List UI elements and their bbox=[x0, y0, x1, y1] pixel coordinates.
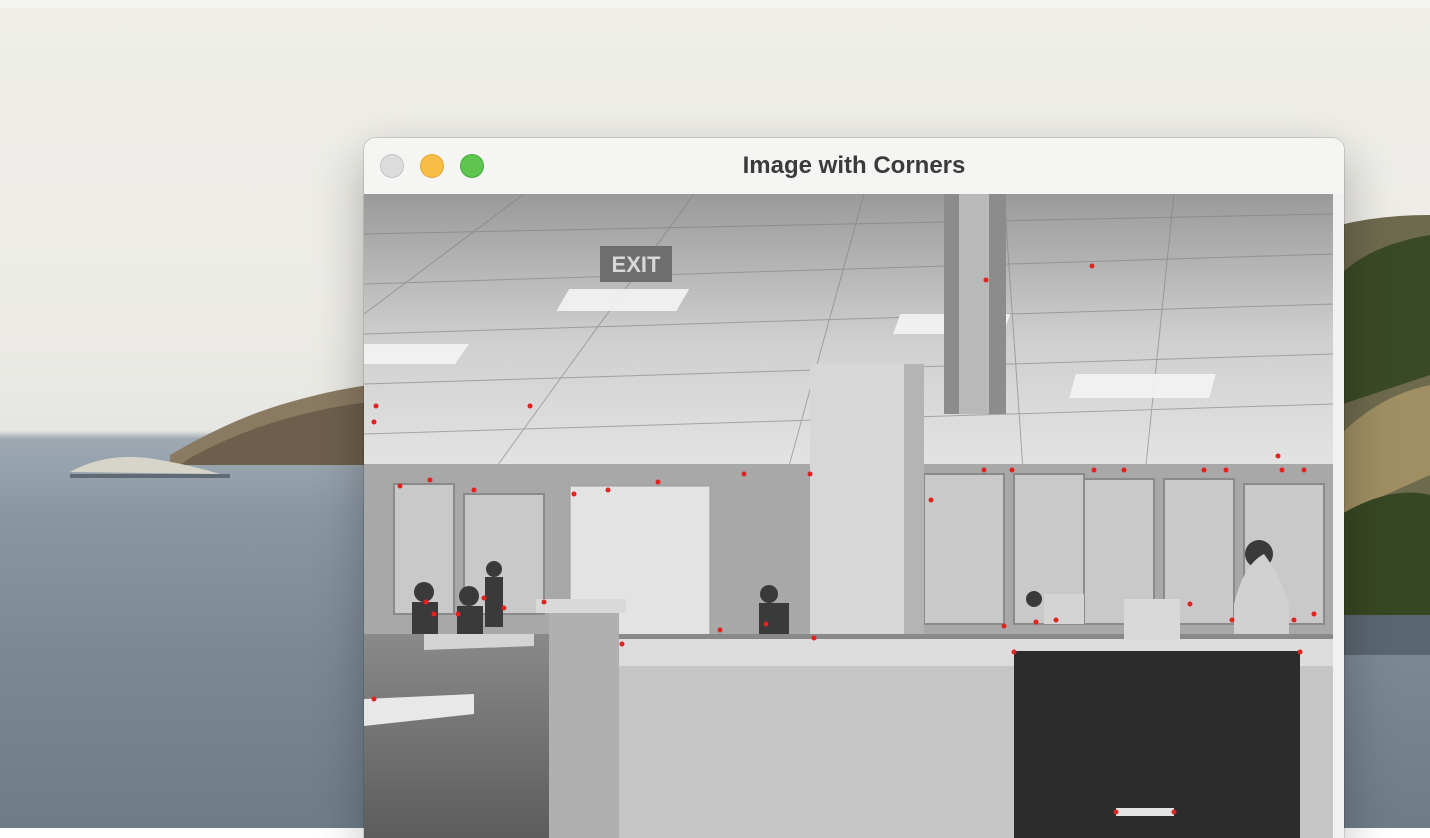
corner-marker bbox=[1279, 467, 1285, 473]
corner-marker bbox=[1009, 467, 1015, 473]
corner-marker bbox=[571, 491, 577, 497]
corner-marker bbox=[1121, 467, 1127, 473]
corner-marker bbox=[619, 641, 625, 647]
corner-marker bbox=[928, 497, 934, 503]
corner-marker bbox=[811, 635, 817, 641]
window-edge bbox=[1333, 194, 1344, 838]
corner-marker bbox=[1311, 611, 1317, 617]
corner-marker bbox=[1171, 809, 1177, 815]
image-canvas: EXIT bbox=[364, 194, 1333, 838]
corner-marker bbox=[1187, 601, 1193, 607]
corner-marker bbox=[981, 467, 987, 473]
corner-marker bbox=[807, 471, 813, 477]
corner-marker bbox=[605, 487, 611, 493]
hillside-right bbox=[1340, 215, 1430, 655]
corner-marker bbox=[371, 696, 377, 702]
corner-marker bbox=[1113, 809, 1119, 815]
corner-marker bbox=[423, 599, 429, 605]
corner-marker bbox=[655, 479, 661, 485]
corner-marker bbox=[371, 419, 377, 425]
corner-marker bbox=[527, 403, 533, 409]
corner-marker bbox=[717, 627, 723, 633]
corner-marker bbox=[1033, 619, 1039, 625]
corner-marker bbox=[471, 487, 477, 493]
corner-marker bbox=[455, 611, 461, 617]
exit-sign: EXIT bbox=[612, 252, 661, 277]
corner-marker bbox=[1053, 617, 1059, 623]
corner-marker bbox=[741, 471, 747, 477]
corner-marker bbox=[1297, 649, 1303, 655]
corner-marker bbox=[541, 599, 547, 605]
corner-marker bbox=[431, 611, 437, 617]
corner-marker bbox=[501, 605, 507, 611]
corner-marker bbox=[1223, 467, 1229, 473]
title-bar[interactable]: Image with Corners bbox=[364, 138, 1344, 195]
window-title: Image with Corners bbox=[742, 152, 966, 179]
corner-marker bbox=[1229, 617, 1235, 623]
menubar-edge bbox=[0, 0, 1430, 8]
corner-marker bbox=[1301, 467, 1307, 473]
island-left bbox=[70, 385, 370, 478]
corner-marker bbox=[397, 483, 403, 489]
corner-marker bbox=[1291, 617, 1297, 623]
corner-marker bbox=[1001, 623, 1007, 629]
photo-icon: EXIT bbox=[364, 194, 1333, 838]
corner-marker bbox=[1091, 467, 1097, 473]
corner-marker bbox=[427, 477, 433, 483]
corner-marker bbox=[1201, 467, 1207, 473]
corner-marker bbox=[763, 621, 769, 627]
image-window: Image with Corners EXIT bbox=[364, 138, 1344, 838]
corner-marker bbox=[1275, 453, 1281, 459]
corner-marker bbox=[983, 277, 989, 283]
corner-marker bbox=[373, 403, 379, 409]
corner-marker bbox=[1089, 263, 1095, 269]
corner-marker bbox=[1011, 649, 1017, 655]
corner-marker bbox=[481, 595, 487, 601]
